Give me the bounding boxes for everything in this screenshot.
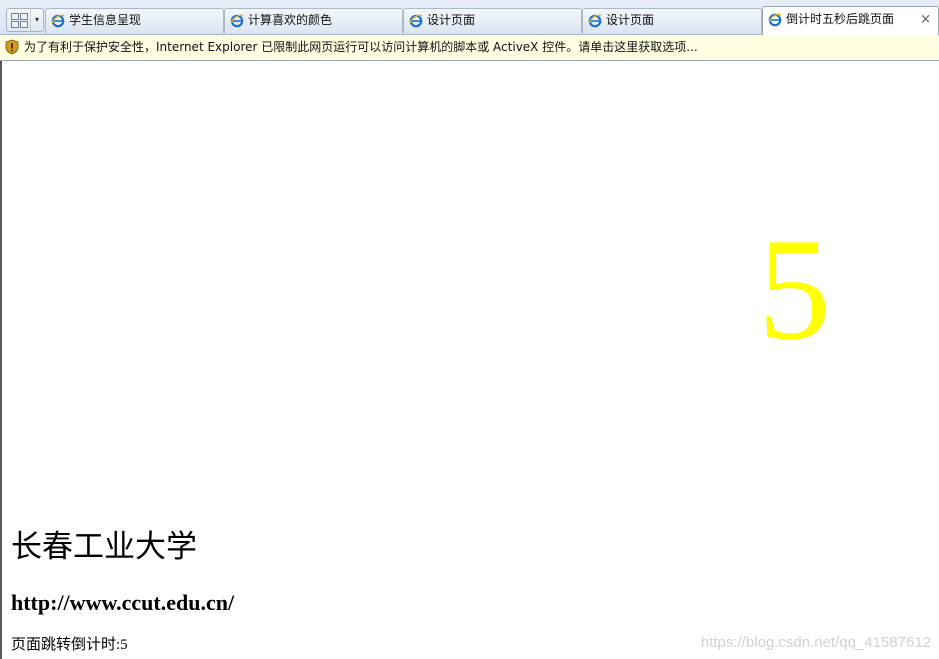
info-bar-message: 为了有利于保护安全性，Internet Explorer 已限制此网页运行可以访… [24, 40, 698, 54]
countdown-status-text: 页面跳转倒计时:5 [11, 637, 128, 653]
tab-design-page-1[interactable]: 设计页面 [403, 8, 582, 33]
tab-label: 学生信息呈现 [69, 13, 142, 27]
ie-page-icon [230, 14, 244, 28]
quick-tabs-button[interactable]: ▾ [6, 8, 44, 32]
countdown-number: 5 [758, 208, 831, 370]
tab-label: 设计页面 [606, 13, 655, 27]
browser-window: ▾ 学生信息呈现 计算喜欢的颜色 设计页面 设计页面 倒计时五秒后跳页面 × 为… [0, 0, 939, 659]
tab-label: 倒计时五秒后跳页面 [786, 12, 895, 26]
security-info-bar[interactable]: 为了有利于保护安全性，Internet Explorer 已限制此网页运行可以访… [0, 35, 939, 61]
tab-student-info[interactable]: 学生信息呈现 [45, 8, 224, 33]
tab-label: 设计页面 [427, 13, 476, 27]
watermark-text: https://blog.csdn.net/qq_41587612 [700, 634, 931, 651]
tab-strip: ▾ 学生信息呈现 计算喜欢的颜色 设计页面 设计页面 倒计时五秒后跳页面 × [0, 0, 939, 35]
tab-design-page-2[interactable]: 设计页面 [582, 8, 762, 33]
tab-favorite-color[interactable]: 计算喜欢的颜色 [224, 8, 403, 33]
ie-page-icon [51, 14, 65, 28]
page-content: 5 长春工业大学 http://www.ccut.edu.cn/ 页面跳转倒计时… [0, 61, 939, 659]
tab-countdown-redirect[interactable]: 倒计时五秒后跳页面 × [762, 6, 939, 35]
school-name-heading: 长春工业大学 [11, 529, 197, 565]
ie-page-icon [409, 14, 423, 28]
shield-warning-icon [5, 39, 19, 55]
ie-page-icon [768, 13, 782, 27]
close-tab-icon[interactable]: × [920, 7, 931, 32]
tab-label: 计算喜欢的颜色 [248, 13, 333, 27]
school-url-heading: http://www.ccut.edu.cn/ [11, 590, 235, 615]
quick-tabs-grid-icon [11, 13, 28, 28]
ie-page-icon [588, 14, 602, 28]
tab-list-dropdown[interactable]: ▾ [30, 9, 43, 31]
